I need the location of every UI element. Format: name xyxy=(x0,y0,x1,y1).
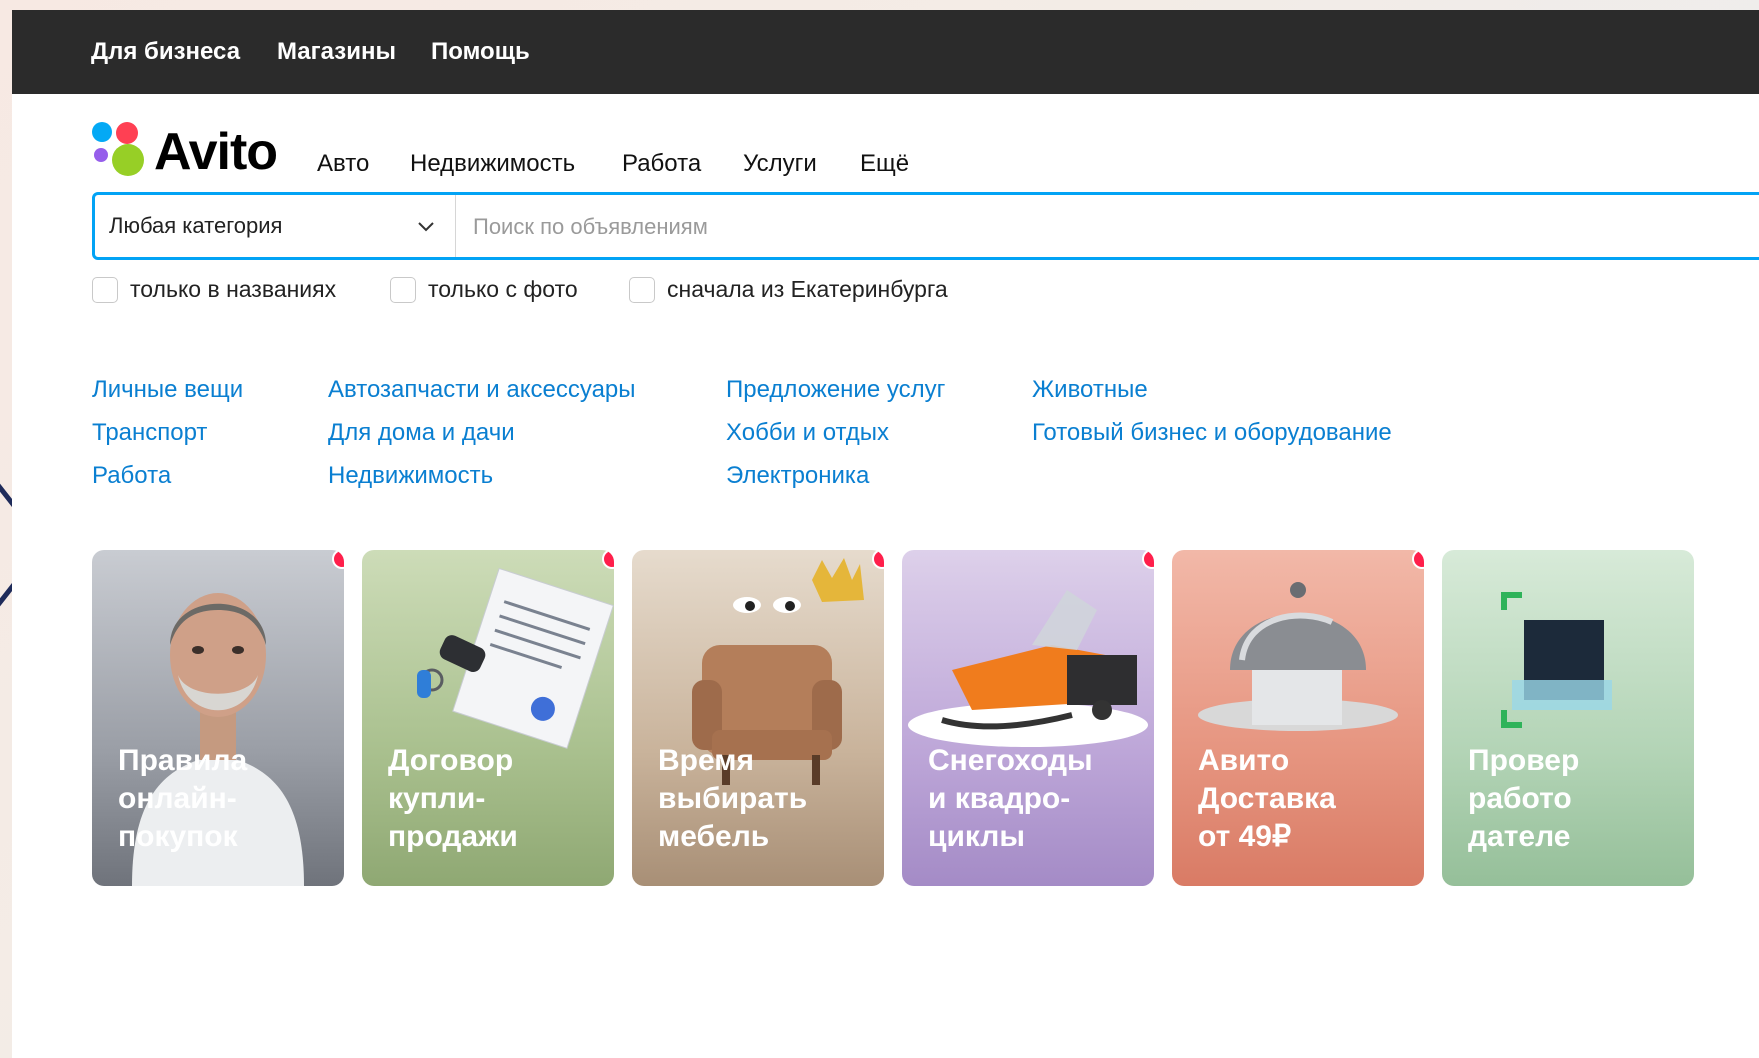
nav-item-more[interactable]: Ещё xyxy=(860,150,909,178)
category-link[interactable]: Работа xyxy=(92,462,171,490)
checkbox-only-photo[interactable]: только с фото xyxy=(390,276,578,303)
promo-card-furniture[interactable]: Время выбирать мебель xyxy=(632,550,884,886)
card-title: Правила онлайн- покупок xyxy=(118,744,248,853)
category-link[interactable]: Предложение услуг xyxy=(726,376,945,404)
checkbox-city-first[interactable]: сначала из Екатеринбурга xyxy=(629,276,948,303)
checkbox-box[interactable] xyxy=(390,276,416,303)
card-title: Время выбирать мебель xyxy=(658,744,808,853)
category-link[interactable]: Готовый бизнес и оборудование xyxy=(1032,419,1392,447)
category-link[interactable]: Для дома и дачи xyxy=(328,419,515,447)
topbar-link-help[interactable]: Помощь xyxy=(431,38,530,66)
promo-card-delivery[interactable]: Авито Доставка от 49₽ xyxy=(1172,550,1424,886)
chevron-down-icon xyxy=(418,222,434,232)
card-title: Авито Доставка от 49₽ xyxy=(1198,744,1336,853)
nav-item-auto[interactable]: Авто xyxy=(317,150,369,178)
category-link[interactable]: Недвижимость xyxy=(328,462,493,490)
search-input[interactable] xyxy=(457,195,1759,259)
checkbox-box[interactable] xyxy=(629,276,655,303)
category-link[interactable]: Транспорт xyxy=(92,419,207,447)
topbar-link-shops[interactable]: Магазины xyxy=(277,38,396,66)
nav-item-services[interactable]: Услуги xyxy=(743,150,817,178)
promo-card-employer-check[interactable]: Провер работо дателе xyxy=(1442,550,1694,886)
category-link[interactable]: Животные xyxy=(1032,376,1148,404)
promo-card-online-shopping[interactable]: Правила онлайн- покупок xyxy=(92,550,344,886)
promo-card-snowmobiles[interactable]: Снегоходы и квадро- циклы xyxy=(902,550,1154,886)
checkbox-only-titles[interactable]: только в названиях xyxy=(92,276,336,303)
checkbox-label: сначала из Екатеринбурга xyxy=(667,276,948,302)
topbar-link-business[interactable]: Для бизнеса xyxy=(91,38,240,66)
category-link[interactable]: Личные вещи xyxy=(92,376,243,404)
checkbox-box[interactable] xyxy=(92,276,118,303)
logo-dots-icon xyxy=(92,122,148,182)
category-select[interactable]: Любая категория xyxy=(95,195,456,257)
promo-card-contract[interactable]: Договор купли- продажи xyxy=(362,550,614,886)
category-link[interactable]: Автозапчасти и аксессуары xyxy=(328,376,636,404)
card-title: Договор купли- продажи xyxy=(388,744,518,853)
category-link[interactable]: Электроника xyxy=(726,462,869,490)
search-bar: Любая категория xyxy=(92,192,1759,260)
browser-screenshot: Для бизнеса Магазины Помощь Avito Авто Н… xyxy=(12,10,1759,1058)
card-title: Провер работо дателе xyxy=(1468,744,1580,853)
nav-item-realty[interactable]: Недвижимость xyxy=(410,150,575,178)
category-select-label: Любая категория xyxy=(109,213,283,238)
top-bar: Для бизнеса Магазины Помощь xyxy=(12,10,1759,94)
checkbox-label: только в названиях xyxy=(130,276,337,302)
avito-logo[interactable]: Avito xyxy=(92,122,278,182)
checkbox-label: только с фото xyxy=(428,276,578,302)
nav-item-jobs[interactable]: Работа xyxy=(622,150,701,178)
category-link[interactable]: Хобби и отдых xyxy=(726,419,889,447)
card-title: Снегоходы и квадро- циклы xyxy=(928,744,1093,853)
logo-text: Avito xyxy=(154,123,278,181)
